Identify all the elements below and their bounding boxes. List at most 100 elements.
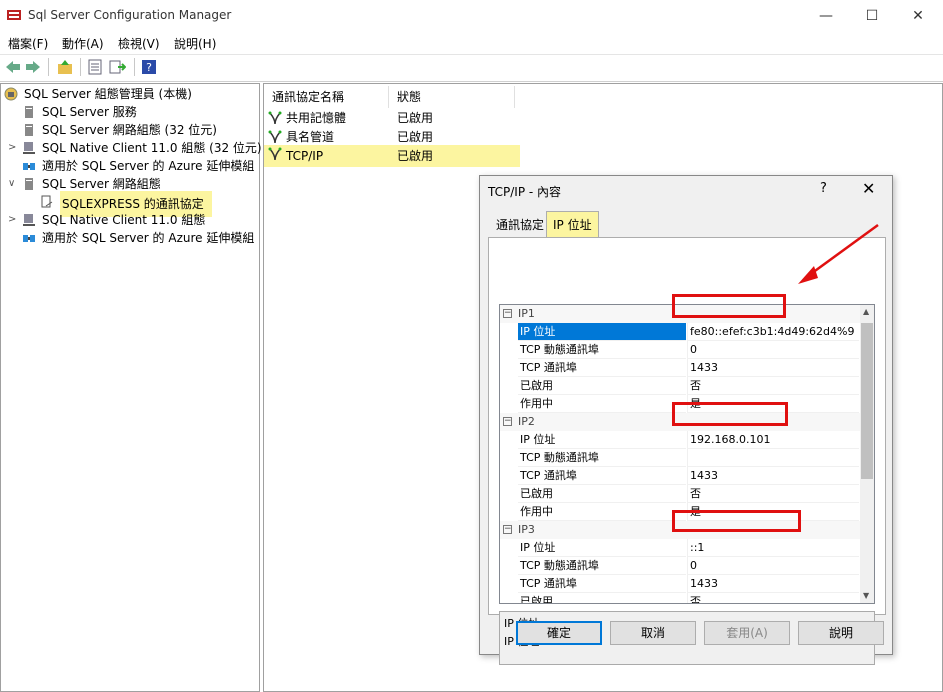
scroll-up-icon[interactable]: ▲ <box>863 307 869 316</box>
minimize-button[interactable]: — <box>816 6 836 26</box>
up-folder-icon[interactable] <box>56 58 74 76</box>
protocol-row[interactable]: TCP/IP 已啟用 <box>264 145 520 167</box>
protocol-status: 已啟用 <box>397 111 434 125</box>
protocol-row[interactable]: 共用記憶體 已啟用 <box>264 109 520 127</box>
grid-property-value[interactable]: 1433 <box>687 359 859 377</box>
grid-section-label: IP1 <box>518 307 535 320</box>
grid-property-value[interactable]: 192.168.0.101 <box>687 431 859 449</box>
tree-item-icon <box>22 103 38 121</box>
ok-button[interactable]: 確定 <box>516 621 602 645</box>
grid-property-row[interactable]: 已啟用否 <box>500 593 860 603</box>
close-button[interactable]: ✕ <box>908 6 928 26</box>
grid-property-row[interactable]: IP 位址 fe80::efef:c3b1:4d49:62d4%9 <box>500 323 860 341</box>
grid-property-name: TCP 通訊埠 <box>518 575 686 593</box>
svg-text:?: ? <box>146 61 152 74</box>
cancel-button[interactable]: 取消 <box>610 621 696 645</box>
annotation-box-ip1-port <box>672 294 786 318</box>
tree-expand-icon[interactable]: ∨ <box>8 175 18 193</box>
tree-item-icon <box>22 139 38 157</box>
grid-property-row[interactable]: IP 位址::1 <box>500 539 860 557</box>
help-button[interactable]: 說明 <box>798 621 884 645</box>
dialog-title: TCP/IP - 內容 <box>488 185 562 199</box>
menu-help[interactable]: 說明(H) <box>174 35 216 52</box>
grid-property-value[interactable]: 否 <box>687 377 859 395</box>
tree-item-label: SQL Server 網路組態 (32 位元) <box>42 123 217 137</box>
tab-ip-addresses[interactable]: IP 位址 <box>546 211 599 237</box>
column-divider <box>514 86 515 108</box>
grid-property-name: TCP 動態通訊埠 <box>518 557 686 575</box>
collapse-icon[interactable]: − <box>503 525 512 534</box>
collapse-icon[interactable]: − <box>503 417 512 426</box>
grid-property-name: TCP 動態通訊埠 <box>518 449 686 467</box>
grid-property-row[interactable]: TCP 動態通訊埠 0 <box>500 341 860 359</box>
tree-item-icon <box>22 175 38 193</box>
grid-property-name: 已啟用 <box>518 593 686 603</box>
grid-property-name: IP 位址 <box>518 323 686 341</box>
menu-file[interactable]: 檔案(F) <box>8 35 48 52</box>
grid-property-row[interactable]: TCP 動態通訊埠 0 <box>500 557 860 575</box>
tree-expand-icon[interactable]: > <box>8 211 18 229</box>
tree-item-icon <box>4 85 20 103</box>
export-list-icon[interactable] <box>108 58 127 76</box>
properties-icon[interactable] <box>86 58 104 76</box>
protocol-status: 已啟用 <box>397 130 434 144</box>
collapse-icon[interactable]: − <box>503 309 512 318</box>
grid-property-value[interactable]: 1433 <box>687 575 859 593</box>
grid-property-value[interactable]: 0 <box>687 341 859 359</box>
toolbar-separator <box>48 58 49 76</box>
sql-server-config-icon <box>6 8 22 22</box>
grid-property-name: TCP 通訊埠 <box>518 359 686 377</box>
grid-property-row[interactable]: IP 位址 192.168.0.101 <box>500 431 860 449</box>
forward-icon[interactable] <box>24 58 42 76</box>
protocol-row[interactable]: 具名管道 已啟用 <box>264 128 520 146</box>
tree-item-icon <box>40 193 56 211</box>
menu-action[interactable]: 動作(A) <box>62 35 104 52</box>
protocol-name: 具名管道 <box>286 130 335 144</box>
scrollbar-thumb[interactable] <box>861 323 873 479</box>
grid-property-value[interactable] <box>687 449 859 467</box>
dialog-help-button[interactable]: ? <box>820 181 827 196</box>
grid-property-row[interactable]: TCP 通訊埠 1433 <box>500 575 860 593</box>
annotation-arrow-icon <box>798 223 879 284</box>
column-header-protocol[interactable]: 通訊協定名稱 <box>272 88 344 105</box>
protocol-name: 共用記憶體 <box>286 111 347 125</box>
tree-item-label: SQL Native Client 11.0 組態 <box>42 213 206 227</box>
grid-property-name: TCP 動態通訊埠 <box>518 341 686 359</box>
annotation-box-ip3-port <box>672 510 801 532</box>
grid-property-value[interactable]: 否 <box>687 593 859 603</box>
grid-property-row[interactable]: 已啟用否 <box>500 377 860 395</box>
toolbar-separator <box>134 58 135 76</box>
protocol-name: TCP/IP <box>286 149 324 163</box>
tree-item-icon <box>22 229 38 247</box>
grid-property-value[interactable]: 否 <box>687 485 859 503</box>
tree-expand-icon[interactable]: > <box>8 139 18 157</box>
grid-property-name: 作用中 <box>518 395 686 413</box>
tree-item-label: SQL Server 組態管理員 (本機) <box>24 87 192 101</box>
property-grid[interactable]: − IP1 IP 位址 fe80::efef:c3b1:4d49:62d4%9 TCP … <box>499 304 875 604</box>
apply-button[interactable]: 套用(A) <box>704 621 790 645</box>
tab-protocol[interactable]: 通訊協定 <box>490 214 550 238</box>
property-grid-scrollbar[interactable]: ▲ ▼ <box>860 305 874 603</box>
grid-property-name: IP 位址 <box>518 539 686 557</box>
tree-item-label: SQL Native Client 11.0 組態 (32 位元) <box>42 141 262 155</box>
back-icon[interactable] <box>4 58 22 76</box>
grid-property-row[interactable]: 已啟用否 <box>500 485 860 503</box>
grid-property-name: 已啟用 <box>518 377 686 395</box>
dialog-close-button[interactable]: ✕ <box>862 179 875 198</box>
grid-property-row[interactable]: TCP 動態通訊埠 <box>500 449 860 467</box>
scroll-down-icon[interactable]: ▼ <box>863 591 869 600</box>
toolbar-separator <box>80 58 81 76</box>
maximize-button[interactable]: ☐ <box>862 6 882 26</box>
tree-item-icon <box>22 157 38 175</box>
grid-property-name: 已啟用 <box>518 485 686 503</box>
grid-section-label: IP3 <box>518 523 535 536</box>
grid-property-value[interactable]: 1433 <box>687 467 859 485</box>
menu-view[interactable]: 檢視(V) <box>118 35 160 52</box>
column-header-status[interactable]: 狀態 <box>397 88 421 105</box>
grid-property-row[interactable]: TCP 通訊埠 1433 <box>500 467 860 485</box>
grid-property-value[interactable]: 0 <box>687 557 859 575</box>
grid-property-row[interactable]: TCP 通訊埠 1433 <box>500 359 860 377</box>
grid-property-value[interactable]: fe80::efef:c3b1:4d49:62d4%9 <box>687 323 859 341</box>
help-icon[interactable]: ? <box>140 58 158 76</box>
grid-property-value[interactable]: ::1 <box>687 539 859 557</box>
